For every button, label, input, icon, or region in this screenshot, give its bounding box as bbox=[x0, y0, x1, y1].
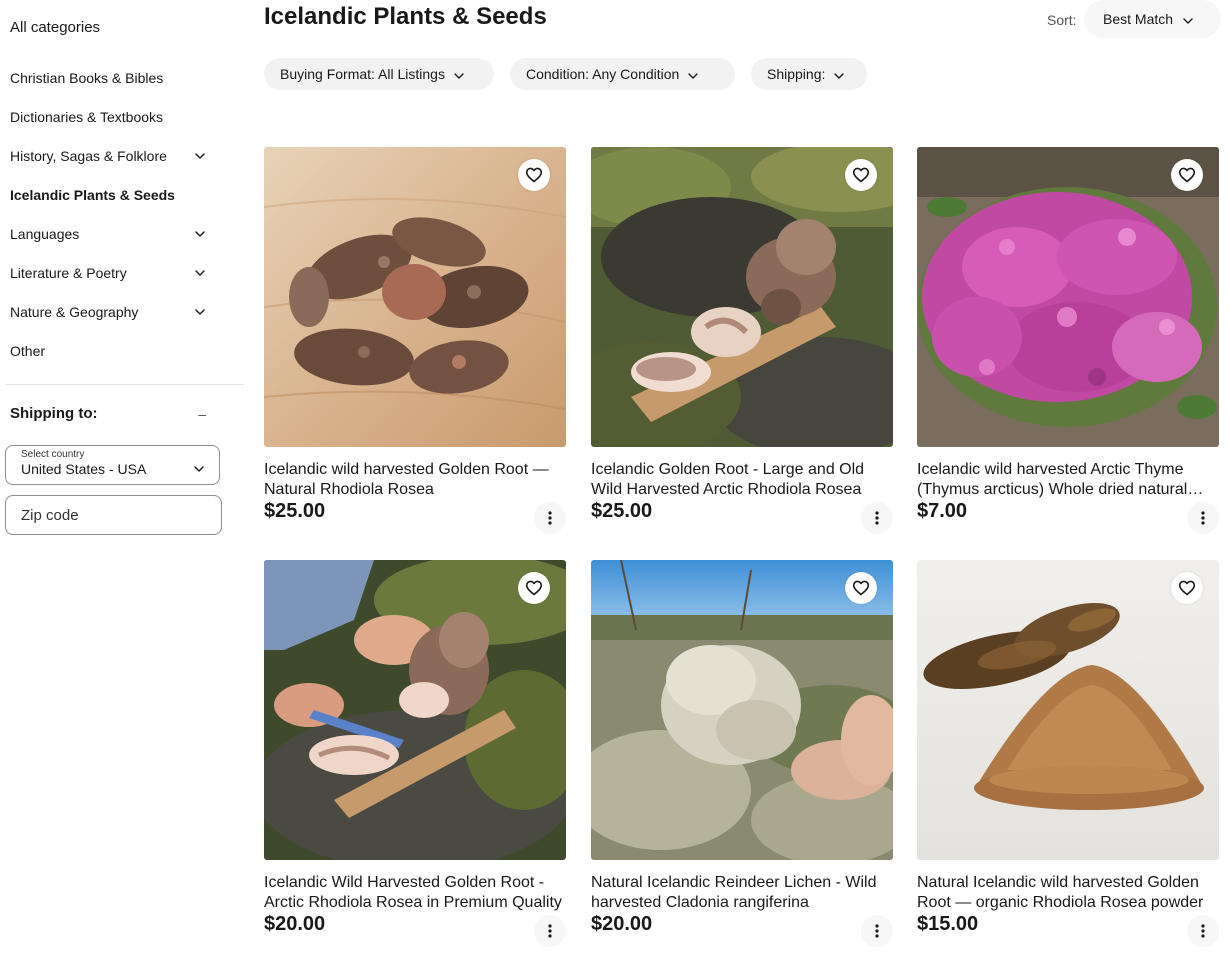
filter-label: Shipping: bbox=[767, 66, 826, 82]
listing-card[interactable]: Natural Icelandic Reindeer Lichen - Wild… bbox=[591, 560, 893, 950]
chevron-down-icon bbox=[1183, 11, 1193, 27]
category-label: Icelandic Plants & Seeds bbox=[10, 186, 175, 203]
sort-label: Sort: bbox=[1047, 12, 1077, 28]
more-options-button[interactable] bbox=[861, 915, 893, 947]
zip-code-input[interactable] bbox=[5, 495, 222, 535]
listing-price: $15.00 bbox=[917, 913, 979, 935]
category-label: History, Sagas & Folklore bbox=[10, 147, 167, 164]
country-select-label: Select country bbox=[21, 449, 85, 460]
listing-card[interactable]: Icelandic Golden Root - Large and Old Wi… bbox=[591, 147, 893, 537]
watchlist-heart-button[interactable] bbox=[518, 572, 550, 604]
filter-shipping[interactable]: Shipping: bbox=[751, 58, 867, 90]
heart-outline-icon bbox=[852, 580, 870, 596]
more-options-button[interactable] bbox=[1187, 915, 1219, 947]
listing-price: $20.00 bbox=[264, 913, 326, 935]
all-categories-link[interactable]: All categories bbox=[10, 19, 100, 36]
listing-image[interactable] bbox=[264, 560, 566, 860]
chevron-down-icon[interactable] bbox=[194, 267, 206, 279]
watchlist-heart-button[interactable] bbox=[1171, 159, 1203, 191]
listing-title[interactable]: Icelandic Golden Root - Large and Old Wi… bbox=[591, 460, 893, 500]
listing-card[interactable]: Natural Icelandic wild harvested Golden … bbox=[917, 560, 1219, 950]
more-options-button[interactable] bbox=[534, 915, 566, 947]
category-label: Languages bbox=[10, 225, 80, 242]
listing-card[interactable]: Icelandic Wild Harvested Golden Root - A… bbox=[264, 560, 566, 950]
sort-dropdown-button[interactable]: Best Match bbox=[1084, 0, 1221, 38]
category-item-history-sagas[interactable]: History, Sagas & Folklore bbox=[0, 136, 244, 175]
heart-outline-icon bbox=[525, 167, 543, 183]
more-options-button[interactable] bbox=[861, 502, 893, 534]
more-options-button[interactable] bbox=[534, 502, 566, 534]
filter-label: Condition: Any Condition bbox=[526, 66, 680, 82]
listing-title[interactable]: Icelandic Wild Harvested Golden Root - A… bbox=[264, 873, 566, 913]
sort-value: Best Match bbox=[1103, 11, 1174, 27]
watchlist-heart-button[interactable] bbox=[845, 159, 877, 191]
category-label: Nature & Geography bbox=[10, 303, 139, 320]
more-options-button[interactable] bbox=[1187, 502, 1219, 534]
listing-image[interactable] bbox=[264, 147, 566, 447]
category-item-literature-poetry[interactable]: Literature & Poetry bbox=[0, 253, 244, 292]
listing-price: $7.00 bbox=[917, 500, 968, 522]
category-label: Other bbox=[10, 342, 46, 359]
chevron-down-icon bbox=[194, 459, 204, 477]
heart-outline-icon bbox=[852, 167, 870, 183]
heart-outline-icon bbox=[1178, 167, 1196, 183]
filter-condition[interactable]: Condition: Any Condition bbox=[510, 58, 735, 90]
sidebar-divider bbox=[5, 384, 244, 385]
shipping-heading: Shipping to: bbox=[10, 405, 98, 422]
listing-title[interactable]: Icelandic wild harvested Arctic Thyme (T… bbox=[917, 460, 1219, 500]
chevron-down-icon[interactable] bbox=[194, 228, 206, 240]
heart-outline-icon bbox=[1178, 580, 1196, 596]
vertical-dots-icon bbox=[548, 511, 552, 525]
listing-card[interactable]: Icelandic wild harvested Arctic Thyme (T… bbox=[917, 147, 1219, 537]
country-select-value: United States - USA bbox=[21, 461, 147, 477]
chevron-down-icon bbox=[834, 66, 845, 82]
filter-buying-format[interactable]: Buying Format: All Listings bbox=[264, 58, 494, 90]
category-item-icelandic-plants[interactable]: Icelandic Plants & Seeds bbox=[0, 175, 244, 214]
category-label: Christian Books & Bibles bbox=[10, 69, 164, 86]
category-item-christian-books[interactable]: Christian Books & Bibles bbox=[0, 58, 244, 97]
vertical-dots-icon bbox=[1201, 511, 1205, 525]
listing-price: $20.00 bbox=[591, 913, 653, 935]
watchlist-heart-button[interactable] bbox=[845, 572, 877, 604]
category-label: Literature & Poetry bbox=[10, 264, 127, 281]
listing-title[interactable]: Natural Icelandic wild harvested Golden … bbox=[917, 873, 1219, 913]
chevron-down-icon[interactable] bbox=[194, 306, 206, 318]
vertical-dots-icon bbox=[548, 924, 552, 938]
country-select[interactable]: Select country United States - USA bbox=[5, 445, 220, 485]
category-sidebar: All categories Christian Books & Bibles … bbox=[0, 0, 245, 960]
chevron-down-icon bbox=[688, 66, 699, 82]
category-item-other[interactable]: Other bbox=[0, 331, 244, 370]
vertical-dots-icon bbox=[875, 511, 879, 525]
watchlist-heart-button[interactable] bbox=[518, 159, 550, 191]
vertical-dots-icon bbox=[1201, 924, 1205, 938]
filter-label: Buying Format: All Listings bbox=[280, 66, 445, 82]
category-label: Dictionaries & Textbooks bbox=[10, 108, 164, 125]
heart-outline-icon bbox=[525, 580, 543, 596]
watchlist-heart-button[interactable] bbox=[1171, 572, 1203, 604]
listing-image[interactable] bbox=[917, 560, 1219, 860]
listing-image[interactable] bbox=[917, 147, 1219, 447]
category-list: Christian Books & Bibles Dictionaries & … bbox=[0, 58, 244, 370]
listing-price: $25.00 bbox=[264, 500, 326, 522]
listing-image[interactable] bbox=[591, 147, 893, 447]
page-title: Icelandic Plants & Seeds bbox=[264, 3, 547, 30]
listing-image[interactable] bbox=[591, 560, 893, 860]
chevron-down-icon[interactable] bbox=[194, 150, 206, 162]
category-item-dictionaries[interactable]: Dictionaries & Textbooks bbox=[0, 97, 244, 136]
category-item-nature-geography[interactable]: Nature & Geography bbox=[0, 292, 244, 331]
listing-title[interactable]: Natural Icelandic Reindeer Lichen - Wild… bbox=[591, 873, 893, 913]
chevron-down-icon bbox=[454, 66, 464, 82]
listing-price: $25.00 bbox=[591, 500, 653, 522]
listing-title[interactable]: Icelandic wild harvested Golden Root — N… bbox=[264, 460, 566, 500]
category-item-languages[interactable]: Languages bbox=[0, 214, 244, 253]
vertical-dots-icon bbox=[875, 924, 879, 938]
shipping-section-header: Shipping to: – bbox=[10, 405, 206, 422]
collapse-icon[interactable]: – bbox=[198, 406, 206, 422]
listing-card[interactable]: Icelandic wild harvested Golden Root — N… bbox=[264, 147, 566, 537]
